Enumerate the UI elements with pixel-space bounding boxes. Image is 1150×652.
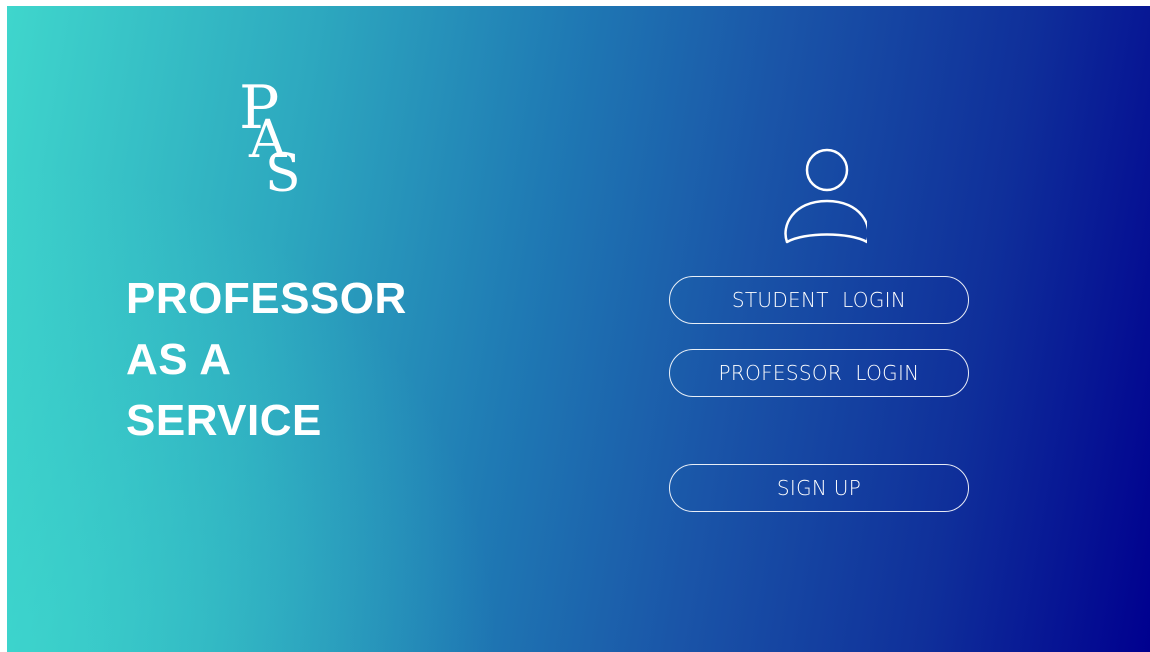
app-title: PROFESSOR AS A SERVICE [126,268,407,451]
professor-login-button[interactable]: PROFESSOR LOGIN [669,349,969,397]
app-title-line-2: AS A [126,335,232,384]
sign-up-button[interactable]: SIGN UP [669,464,969,512]
landing-screen: P A S PROFESSOR AS A SERVICE STUDENT LOG… [7,6,1150,652]
logo-letter-s: S [265,144,301,204]
student-login-button[interactable]: STUDENT LOGIN [669,276,969,324]
user-icon [784,148,867,244]
app-title-line-1: PROFESSOR [126,274,407,323]
pas-logo: P A S [239,78,307,204]
app-title-line-3: SERVICE [126,396,322,445]
